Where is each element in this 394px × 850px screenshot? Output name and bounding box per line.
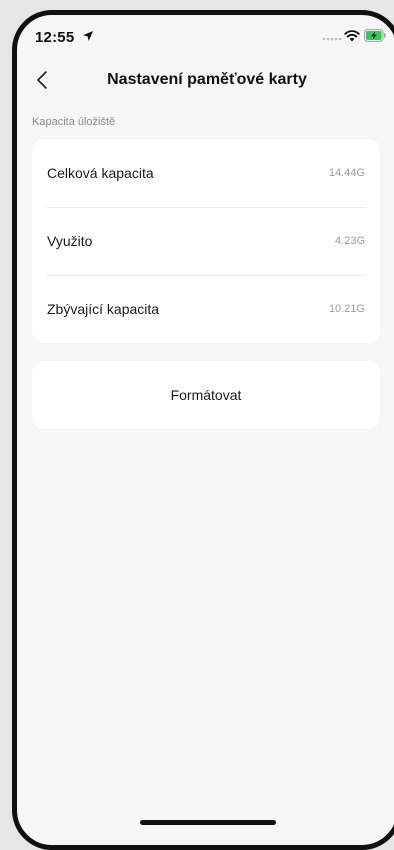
storage-row-used: Využito 4.23G: [47, 207, 365, 275]
phone-frame: 12:55 Nastavení paměťové karty Kapacita …: [12, 10, 394, 850]
row-value: 14.44G: [328, 167, 365, 179]
format-button[interactable]: Formátovat: [32, 361, 380, 429]
wifi-icon: [344, 30, 360, 42]
storage-card: Celková kapacita 14.44G Využito 4.23G Zb…: [32, 139, 380, 343]
home-indicator[interactable]: [140, 820, 276, 825]
status-time: 12:55: [35, 29, 75, 46]
location-arrow-icon: [83, 31, 93, 41]
row-label: Zbývající kapacita: [47, 301, 160, 317]
storage-row-remaining: Zbývající kapacita 10.21G: [47, 275, 365, 343]
row-label: Celková kapacita: [47, 165, 154, 181]
format-button-label: Formátovat: [170, 387, 242, 403]
nav-bar: Nastavení paměťové karty: [17, 61, 394, 101]
section-label-storage: Kapacita úložiště: [32, 116, 116, 128]
signal-icon: [322, 37, 342, 41]
page-title: Nastavení paměťové karty: [107, 71, 307, 88]
row-label: Využito: [47, 233, 93, 249]
row-value: 10.21G: [328, 303, 365, 315]
battery-charging-icon: [364, 29, 386, 42]
status-bar: 12:55: [17, 15, 394, 59]
row-value: 4.23G: [335, 235, 365, 247]
storage-row-total: Celková kapacita 14.44G: [47, 139, 365, 207]
